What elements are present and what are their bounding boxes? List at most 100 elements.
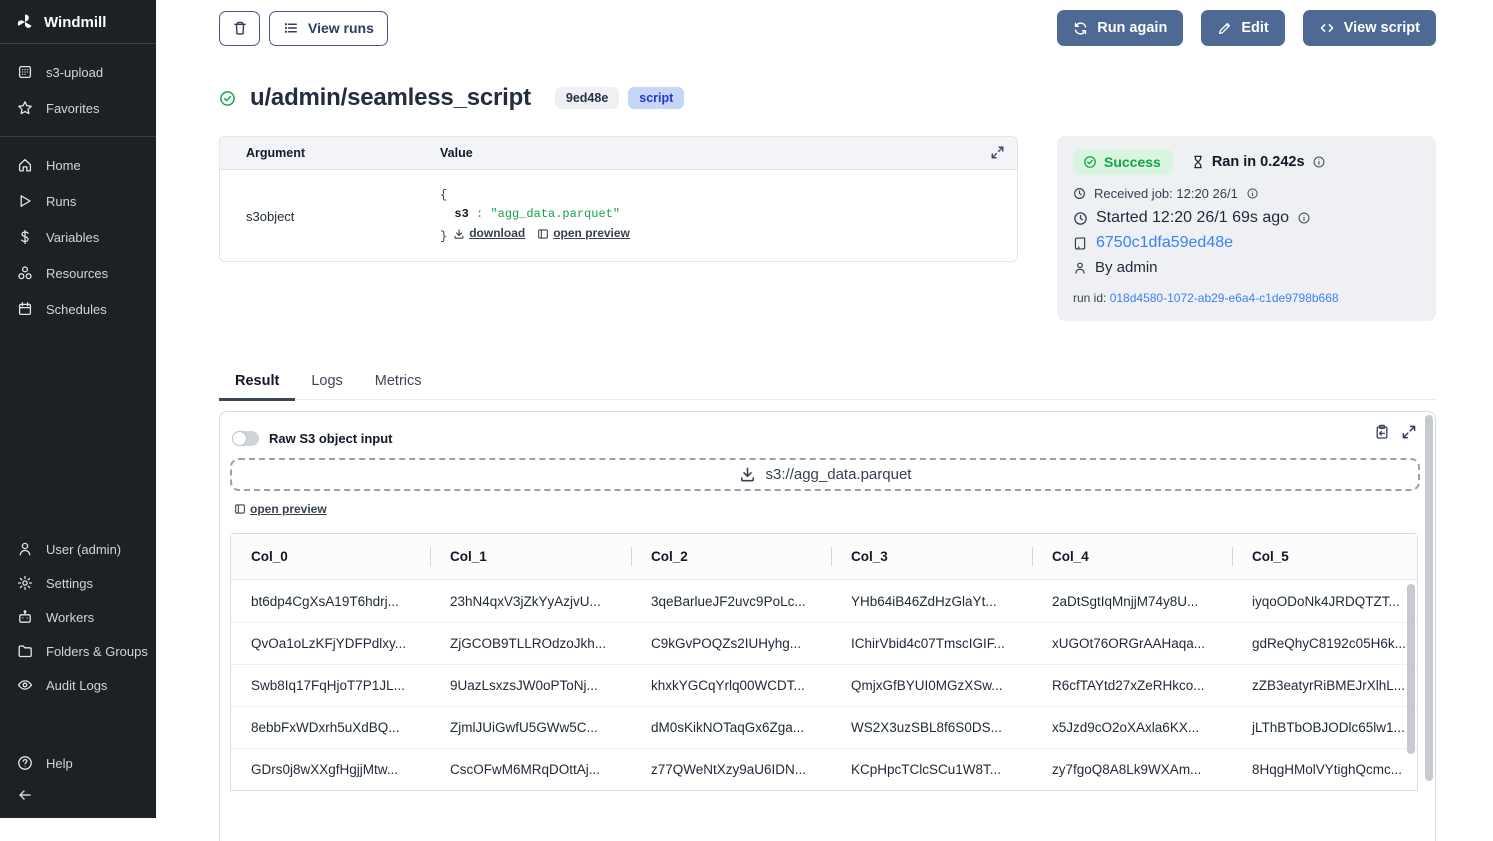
download-icon — [453, 228, 465, 240]
expand-icon[interactable] — [1401, 424, 1417, 440]
table-row: bt6dp4CgXsA19T6hdrj...23hN4qxV3jZkYyAzjv… — [231, 580, 1417, 622]
table-cell: ZjGCOB9TLLROdzoJkh... — [430, 622, 631, 664]
run-info-card: Success Ran in 0.242s Received job: 12:2… — [1057, 136, 1436, 321]
sidebar-item-label: Home — [46, 158, 81, 173]
s3-file-download-button[interactable]: s3://agg_data.parquet — [230, 458, 1420, 491]
table-cell: zy7fgoQ8A8Lk9WXAm... — [1032, 748, 1232, 790]
title-badges: 9ed48e script — [555, 87, 684, 109]
sidebar-item-workers[interactable]: Workers — [0, 600, 156, 634]
table-cell: xUGOt76ORGrAAHaqa... — [1032, 622, 1232, 664]
result-panel-actions — [1374, 424, 1417, 440]
edit-label: Edit — [1241, 20, 1268, 36]
table-cell: khxkYGCqYrlq00WCDT... — [631, 664, 831, 706]
refresh-icon — [1073, 21, 1088, 36]
sidebar-item-label: Runs — [46, 194, 76, 209]
sidebar-item-label: Variables — [46, 230, 99, 245]
argument-value-json: { s3 : "agg_data.parquet" } download — [440, 186, 630, 247]
sidebar-item-folders-groups[interactable]: Folders & Groups — [0, 634, 156, 668]
robot-icon — [17, 609, 33, 625]
version-badge: 9ed48e — [555, 87, 619, 109]
table-cell: QmjxGfBYUI0MGzXSw... — [831, 664, 1032, 706]
scroll-icon — [1073, 236, 1088, 251]
pencil-icon — [1217, 21, 1232, 36]
windmill-logo-icon — [16, 13, 34, 31]
table-cell: ZjmlJUiGwfU5GWw5C... — [430, 706, 631, 748]
script-hash-link[interactable]: 6750c1dfa59ed48e — [1096, 234, 1233, 252]
list-icon — [283, 20, 299, 36]
tab-metrics[interactable]: Metrics — [359, 373, 438, 399]
brand-name: Windmill — [44, 14, 106, 31]
open-preview-link[interactable]: open preview — [234, 502, 327, 516]
table-cell: WS2X3uzSBL8f6S0DS... — [831, 706, 1032, 748]
tab-logs[interactable]: Logs — [295, 373, 358, 399]
s3-file-path: s3://agg_data.parquet — [766, 466, 912, 483]
table-cell: CscOFwM6MRqDOttAj... — [430, 748, 631, 790]
brand[interactable]: Windmill — [0, 0, 156, 43]
script-hash-line: 6750c1dfa59ed48e — [1073, 234, 1420, 252]
info-icon[interactable] — [1246, 187, 1259, 200]
resources-icon — [17, 265, 33, 281]
table-cell: 2aDtSgtIqMnjjM74y8U... — [1032, 580, 1232, 622]
toggle-knob — [233, 432, 246, 445]
toolbar-left: View runs — [219, 11, 388, 46]
sidebar-admin-group: User (admin) Settings WorkersFolders & Gro… — [0, 532, 156, 702]
copy-to-clipboard-icon[interactable] — [1374, 424, 1390, 440]
sidebar-item-home[interactable]: Home — [0, 147, 156, 183]
view-script-button[interactable]: View script — [1303, 10, 1436, 46]
view-runs-button[interactable]: View runs — [269, 11, 388, 46]
folder-icon — [17, 643, 33, 659]
run-id-link[interactable]: 018d4580-1072-ab29-e6a4-c1de9798b668 — [1110, 291, 1339, 305]
sidebar-item-s3-upload[interactable]: s3-upload — [0, 54, 156, 90]
delete-button[interactable] — [219, 11, 260, 46]
sidebar-item-favorites[interactable]: Favorites — [0, 90, 156, 126]
play-icon — [17, 193, 33, 209]
sidebar-item-user-admin[interactable]: User (admin) — [0, 532, 156, 566]
table-cell: 3qeBarlueJF2uvc9PoLc... — [631, 580, 831, 622]
open-preview-link[interactable]: open preview — [537, 224, 630, 243]
table-cell: x5Jzd9cO2oXAxla6KX... — [1032, 706, 1232, 748]
content-row: Argument Value s3object { s3 : "agg_data… — [219, 136, 1436, 321]
json-key: s3 — [454, 207, 468, 221]
table-cell: YHb64iB46ZdHzGlaYt... — [831, 580, 1032, 622]
status-line: Success Ran in 0.242s — [1073, 149, 1420, 175]
table-cell: KCpHpcTClcSCu1W8T... — [831, 748, 1032, 790]
page-title: u/admin/seamless_script — [250, 84, 531, 112]
argument-name: s3object — [220, 209, 440, 224]
json-close-brace: } — [440, 230, 447, 244]
trash-icon — [232, 20, 248, 36]
sidebar-item-resources[interactable]: Resources — [0, 255, 156, 291]
sidebar-item-label: Settings — [46, 576, 93, 591]
sidebar-item-runs[interactable]: Runs — [0, 183, 156, 219]
panel-scrollbar[interactable] — [1425, 415, 1433, 781]
result-panel: Raw S3 object input s3://agg_data.parque… — [219, 411, 1436, 841]
json-close-row: } download open preview — [440, 224, 630, 247]
sidebar-item-audit-logs[interactable]: Audit Logs — [0, 668, 156, 702]
info-icon[interactable] — [1297, 211, 1311, 225]
sidebar-item-settings[interactable]: Settings — [0, 566, 156, 600]
table-cell: zZB3eatyrRiBMEJrXlhL... — [1232, 664, 1417, 706]
success-check-icon — [219, 90, 236, 107]
sidebar-item-help[interactable]: Help — [0, 746, 156, 780]
collapse-sidebar-button[interactable] — [0, 780, 156, 810]
table-cell: GDrs0j8wXXgfHgjjMtw... — [231, 748, 430, 790]
json-string-value: "agg_data.parquet" — [490, 207, 620, 221]
sidebar-item-schedules[interactable]: Schedules — [0, 291, 156, 327]
table-cell: bt6dp4CgXsA19T6hdrj... — [231, 580, 430, 622]
sidebar-item-variables[interactable]: Variables — [0, 219, 156, 255]
tab-result[interactable]: Result — [219, 373, 295, 401]
table-scrollbar[interactable] — [1407, 584, 1415, 754]
edit-button[interactable]: Edit — [1201, 10, 1284, 46]
run-again-button[interactable]: Run again — [1057, 10, 1183, 46]
info-icon[interactable] — [1312, 155, 1326, 169]
download-link[interactable]: download — [453, 224, 525, 243]
value-column-header: Value — [440, 146, 1017, 160]
help-icon — [17, 755, 33, 771]
column-header-col-3: Col_3 — [831, 534, 1032, 580]
view-runs-label: View runs — [308, 20, 374, 36]
run-again-label: Run again — [1097, 20, 1167, 36]
sidebar-item-label: Help — [46, 756, 73, 771]
expand-icon[interactable] — [990, 145, 1005, 160]
raw-s3-toggle[interactable] — [232, 431, 259, 446]
apps-icon — [17, 64, 33, 80]
arrow-left-icon — [17, 787, 33, 803]
